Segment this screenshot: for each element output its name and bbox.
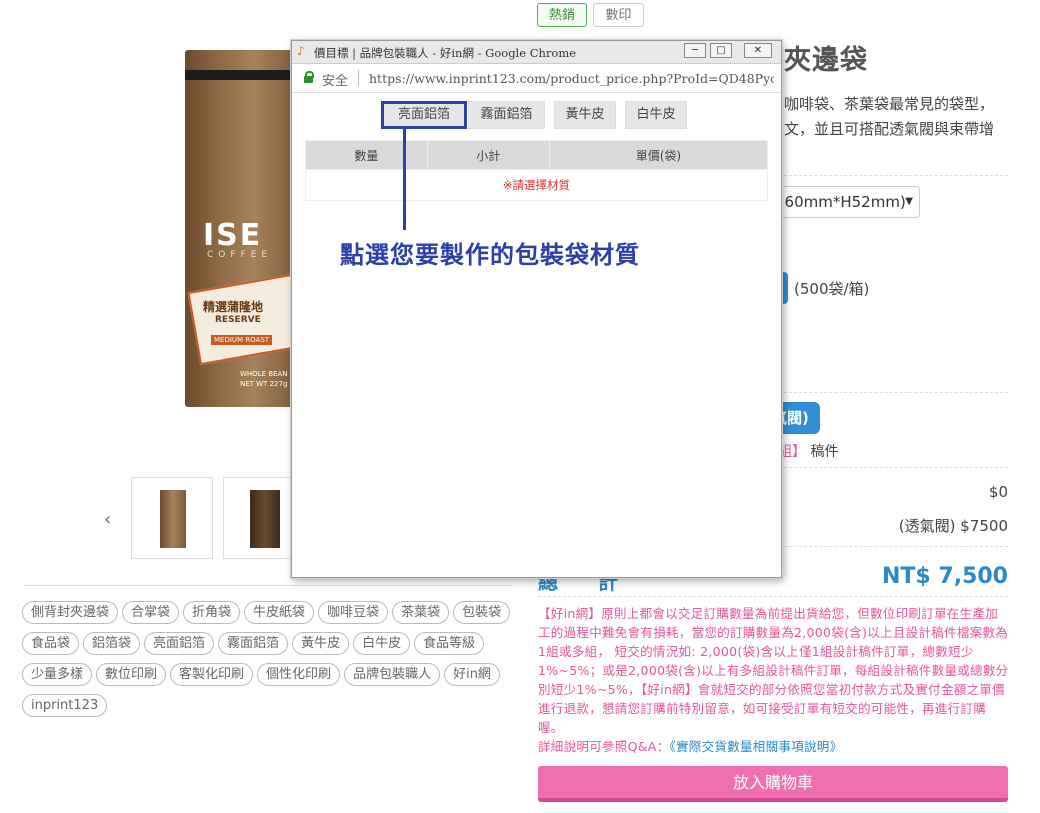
- group-suffix: 稿件: [810, 444, 839, 460]
- tag-list: 側背封夾邊袋 合掌袋 折角袋 牛皮紙袋 咖啡豆袋 茶葉袋 包裝袋食品袋 鋁箔袋 亮面鋁箔 霧面鋁箔…: [22, 601, 522, 725]
- hot-tag[interactable]: 熱銷: [537, 3, 587, 27]
- tag-chip[interactable]: 合掌袋: [122, 601, 180, 624]
- product-description-line1: 咖啡袋、茶葉袋最常見的袋型，: [784, 95, 995, 113]
- table-header-unit-price: 單價(袋): [548, 140, 769, 170]
- table-header-quantity: 數量: [305, 140, 428, 170]
- section-divider: [538, 596, 1008, 597]
- design-group-count: 組】 稿件: [778, 441, 838, 461]
- notice-text: 【好in網】原則上都會以交足訂購數量為前提出貨給您，但數位印刷訂單在生產加工的過…: [538, 606, 1009, 735]
- popup-titlebar[interactable]: ♪ 價目標 | 品牌包裝職人 - 好in網 - Google Chrome ─ …: [292, 41, 781, 64]
- price-valve: (透氣閥) $7500: [898, 517, 1008, 535]
- tag-chip[interactable]: 包裝袋: [453, 601, 511, 624]
- address-divider: [358, 70, 359, 86]
- tag-chip[interactable]: 客製化印刷: [170, 663, 254, 686]
- table-header-subtotal: 小計: [426, 140, 550, 170]
- site-favicon-icon: ♪: [297, 44, 305, 58]
- product-description-line2: 文，並且可搭配透氣閥與束帶增: [784, 120, 995, 138]
- material-button-glossy-foil[interactable]: 亮面鋁箔: [381, 101, 467, 129]
- chevron-down-icon: ▼: [905, 196, 913, 207]
- thumbnail-2[interactable]: [223, 477, 293, 559]
- material-button-kraft[interactable]: 黃牛皮: [554, 101, 616, 129]
- price-popup-window: ♪ 價目標 | 品牌包裝職人 - 好in網 - Google Chrome ─ …: [291, 40, 782, 578]
- bag-coffee-text: COFFEE: [207, 250, 273, 260]
- bag-label-roast: MEDIUM ROAST: [211, 335, 273, 345]
- tag-chip[interactable]: 少量多樣: [22, 663, 93, 686]
- lock-icon: [304, 71, 314, 83]
- shortage-notice: 【好in網】原則上都會以交足訂購數量為前提出貨給您，但數位印刷訂單在生產加工的過…: [538, 604, 1010, 756]
- tag-chip[interactable]: inprint123: [22, 694, 108, 717]
- tags-divider: [24, 585, 512, 586]
- tag-chip[interactable]: 數位印刷: [96, 663, 167, 686]
- bag-weight-text: NET WT 227g: [240, 380, 288, 388]
- tag-chip[interactable]: 個性化印刷: [257, 663, 341, 686]
- total-price: NT$ 7,500: [882, 564, 1008, 589]
- quantity-unit: (500袋/箱): [794, 280, 870, 298]
- group-bracket: 】: [792, 444, 806, 460]
- callout-line: [403, 128, 406, 230]
- thumbnail-prev-arrow[interactable]: ‹: [104, 509, 111, 530]
- secure-label: 安全: [322, 74, 349, 89]
- popup-title: 價目標 | 品牌包裝職人 - 好in網 - Google Chrome: [314, 46, 577, 60]
- material-button-matte-foil[interactable]: 霧面鋁箔: [468, 101, 545, 129]
- price-table: 數量 小計 單價(袋) ※請選擇材質: [305, 140, 769, 201]
- tag-chip[interactable]: 茶葉袋: [392, 601, 450, 624]
- tag-chip[interactable]: 白牛皮: [353, 632, 411, 655]
- tag-chip[interactable]: 亮面鋁箔: [144, 632, 215, 655]
- tag-chip[interactable]: 黃牛皮: [292, 632, 350, 655]
- bag-logo: ISE: [203, 218, 263, 253]
- tag-chip[interactable]: 側背封夾邊袋: [22, 601, 119, 624]
- tag-chip[interactable]: 咖啡豆袋: [318, 601, 389, 624]
- bag-label-text: 精選蒲隆地: [203, 300, 264, 314]
- thumbnail-1[interactable]: [131, 477, 213, 559]
- url-text[interactable]: https://www.inprint123.com/product_price…: [369, 71, 774, 86]
- thumbnail-bag-icon: [160, 490, 186, 548]
- address-bar[interactable]: 安全 https://www.inprint123.com/product_pr…: [292, 64, 781, 93]
- bag-strap: [185, 70, 300, 80]
- digital-print-tag[interactable]: 數印: [593, 3, 644, 27]
- minimize-button[interactable]: ─: [684, 43, 706, 58]
- size-select-value: 260mm*H52mm): [775, 193, 906, 211]
- add-to-cart-button[interactable]: 放入購物車: [538, 766, 1008, 802]
- product-image: ISE COFFEE 精選蒲隆地 RESERVE MEDIUM ROAST WH…: [185, 50, 311, 407]
- select-material-notice: ※請選擇材質: [305, 169, 768, 201]
- thumbnail-bag-icon: [250, 490, 280, 548]
- tag-chip[interactable]: 好in網: [444, 663, 500, 686]
- bag-bean-text: WHOLE BEAN: [240, 370, 288, 378]
- tag-chip[interactable]: 鋁箔袋: [83, 632, 141, 655]
- material-button-white-kraft[interactable]: 白牛皮: [625, 101, 687, 129]
- close-button[interactable]: ✕: [744, 43, 772, 58]
- tag-chip[interactable]: 牛皮紙袋: [244, 601, 315, 624]
- tag-chip[interactable]: 食品袋: [22, 632, 80, 655]
- bag-label-reserve: RESERVE: [215, 315, 261, 325]
- maximize-button[interactable]: □: [710, 43, 732, 58]
- notice-detail-link[interactable]: 《實際交貨數量相關事項說明》: [669, 739, 842, 754]
- callout-text: 點選您要製作的包裝袋材質: [340, 241, 640, 269]
- product-title: 夾邊袋: [784, 45, 868, 76]
- tag-chip[interactable]: 食品等級: [414, 632, 485, 655]
- notice-detail-prefix: 詳細說明可參照Q&A：: [538, 739, 670, 754]
- tag-chip[interactable]: 霧面鋁箔: [218, 632, 289, 655]
- price-zero: $0: [988, 483, 1008, 501]
- tag-chip[interactable]: 品牌包裝職人: [344, 663, 441, 686]
- tag-chip[interactable]: 折角袋: [183, 601, 241, 624]
- size-select[interactable]: 260mm*H52mm) ▼: [762, 186, 920, 218]
